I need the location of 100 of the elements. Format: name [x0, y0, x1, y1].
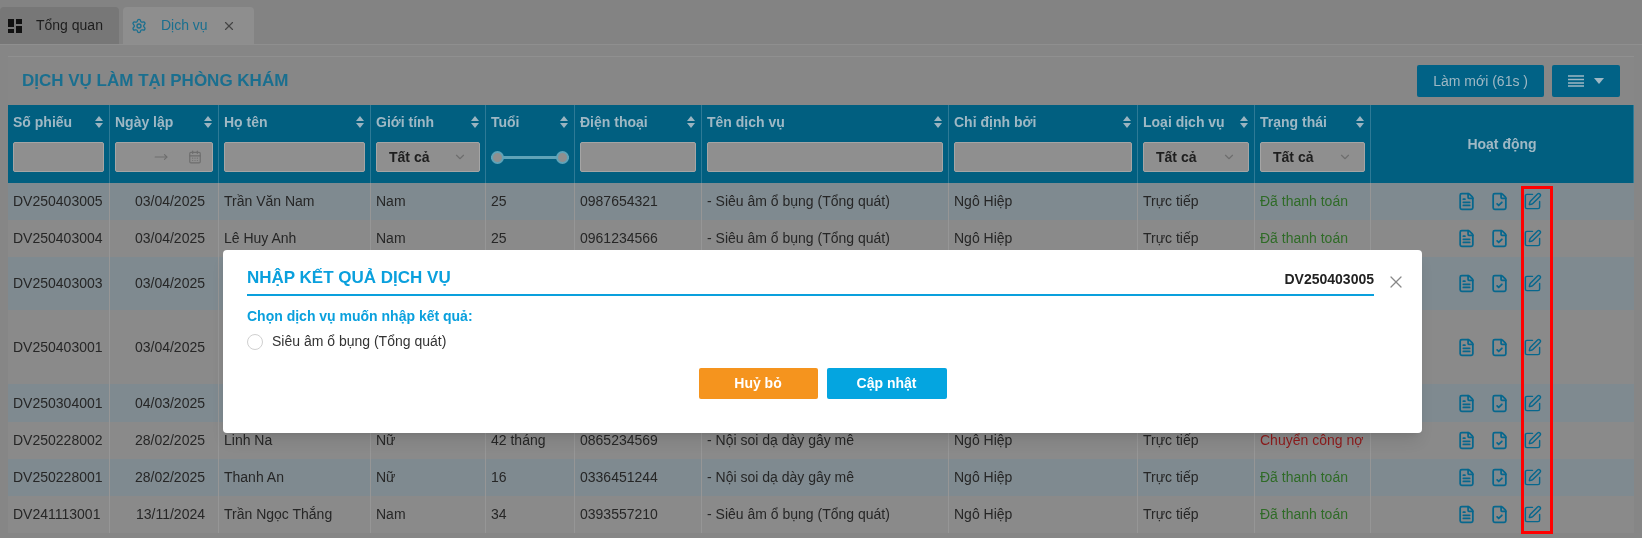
edit-icon[interactable] — [1523, 393, 1542, 413]
table-cell-text: Ngô Hiệp — [954, 468, 1013, 487]
table-cell-text: - Siêu âm ổ bụng (Tổng quát) — [707, 229, 890, 248]
sort-icon[interactable] — [204, 116, 212, 128]
table-cell-text: 03/04/2025 — [134, 192, 205, 211]
update-button[interactable]: Cập nhật — [826, 368, 947, 399]
dialog-title: NHẬP KẾT QUẢ DỊCH VỤ — [247, 266, 451, 289]
document-icon[interactable] — [1457, 274, 1476, 293]
column-title: Số phiếu — [13, 112, 73, 132]
table-cell-text: Đã thanh toán — [1260, 468, 1348, 487]
column-title: Chỉ định bởi — [954, 112, 1037, 132]
dashboard-icon — [8, 18, 22, 33]
table-cell-text: Trần Ngọc Thắng — [224, 505, 333, 524]
table-cell-text: Lê Huy Anh — [224, 229, 297, 248]
table-cell-text: DV250403001 — [13, 337, 103, 357]
edit-icon[interactable] — [1523, 431, 1542, 450]
filter-field[interactable] — [580, 142, 696, 172]
document-check-icon[interactable] — [1490, 431, 1509, 450]
table-cell-text: DV250228001 — [13, 468, 103, 487]
table-cell-text: Trực tiếp — [1143, 229, 1199, 248]
filter-field[interactable] — [13, 142, 104, 172]
sort-icon[interactable] — [560, 116, 568, 128]
sort-icon[interactable] — [687, 116, 695, 128]
document-icon[interactable] — [1457, 505, 1476, 524]
column-title: Loại dịch vụ — [1143, 112, 1225, 132]
document-check-icon[interactable] — [1490, 337, 1509, 357]
table-cell-text: DV250403005 — [13, 192, 103, 211]
document-icon[interactable] — [1457, 192, 1476, 211]
table-cell-text: Ngô Hiệp — [954, 229, 1013, 248]
columns-menu-button[interactable] — [1552, 65, 1620, 97]
table-cell-text: Ngô Hiệp — [954, 505, 1013, 524]
table-cell-text: Nữ — [376, 468, 396, 487]
table-cell-text: Nam — [376, 229, 406, 248]
table-cell-text: Nam — [376, 505, 406, 524]
table-cell-text: 42 tháng — [491, 431, 546, 450]
calendar-icon — [188, 150, 202, 164]
document-check-icon[interactable] — [1490, 192, 1509, 211]
sort-icon[interactable] — [934, 116, 942, 128]
select-field[interactable]: Tất cả — [1143, 142, 1249, 172]
edit-icon[interactable] — [1523, 274, 1542, 293]
table-cell-text: 03/04/2025 — [134, 274, 205, 293]
sort-icon[interactable] — [1123, 116, 1131, 128]
document-icon[interactable] — [1457, 393, 1476, 413]
settings-icon — [130, 17, 147, 34]
document-check-icon[interactable] — [1490, 229, 1509, 248]
table-cell-text: Trực tiếp — [1143, 192, 1199, 211]
document-icon[interactable] — [1457, 337, 1476, 357]
table-cell-text: 03/04/2025 — [134, 337, 205, 357]
filter-field[interactable] — [954, 142, 1132, 172]
sort-icon[interactable] — [356, 116, 364, 128]
document-icon[interactable] — [1457, 431, 1476, 450]
edit-icon[interactable] — [1523, 468, 1542, 487]
table-cell-text: Linh Na — [224, 431, 273, 450]
table-cell-text: DV250228002 — [13, 431, 103, 450]
caret-icon — [1594, 78, 1604, 84]
table-cell-text: DV241113001 — [13, 505, 101, 524]
radio-option[interactable]: Siêu âm ổ bụng (Tổng quát) — [247, 331, 447, 352]
table-cell-text: 0987654321 — [580, 192, 658, 211]
column-title: Trạng thái — [1260, 112, 1327, 132]
sort-icon[interactable] — [471, 116, 479, 128]
table-cell-text: DV250403003 — [13, 274, 103, 293]
table-cell-text: 13/11/2024 — [135, 505, 205, 524]
document-icon[interactable] — [1457, 468, 1476, 487]
document-check-icon[interactable] — [1490, 505, 1509, 524]
filter-field[interactable] — [224, 142, 365, 172]
edit-icon[interactable] — [1523, 229, 1542, 248]
column-title: Tuổi — [491, 112, 520, 132]
sort-icon[interactable] — [1240, 116, 1248, 128]
table-cell-text: - Siêu âm ổ bụng (Tổng quát) — [707, 505, 890, 524]
sort-icon[interactable] — [95, 116, 103, 128]
edit-icon[interactable] — [1523, 337, 1542, 357]
table-cell-text: Trực tiếp — [1143, 468, 1199, 487]
select-field[interactable]: Tất cả — [376, 142, 480, 172]
page-title: DỊCH VỤ LÀM TẠI PHÒNG KHÁM — [22, 70, 289, 93]
table-cell-text: Trực tiếp — [1143, 431, 1199, 450]
table-cell-text: - Nội soi dạ dày gây mê — [707, 431, 855, 450]
edit-icon[interactable] — [1523, 192, 1542, 211]
document-check-icon[interactable] — [1490, 468, 1509, 487]
column-title: Giới tính — [376, 112, 435, 132]
document-check-icon[interactable] — [1490, 274, 1509, 293]
select-field[interactable]: Tất cả — [1260, 142, 1365, 172]
edit-icon[interactable] — [1523, 505, 1542, 524]
filter-field[interactable] — [707, 142, 943, 172]
table-cell-text: 25 — [491, 229, 507, 248]
tab[interactable]: Tổng quan — [0, 7, 119, 44]
table-cell-text: DV250304001 — [13, 393, 103, 413]
column-title: Tên dịch vụ — [707, 112, 785, 132]
table-cell-text: Chuyển công nợ — [1260, 431, 1364, 450]
sort-icon[interactable] — [1356, 116, 1364, 128]
cancel-button[interactable]: Huỷ bỏ — [698, 368, 818, 399]
table-cell-text: Thanh An — [224, 468, 284, 487]
date-range-field[interactable] — [115, 142, 213, 172]
refresh-button[interactable]: Làm mới (61s ) — [1417, 65, 1544, 97]
document-icon[interactable] — [1457, 229, 1476, 248]
table-cell-text: Đã thanh toán — [1260, 192, 1348, 211]
table-cell-text: 28/02/2025 — [134, 468, 205, 487]
document-check-icon[interactable] — [1490, 393, 1509, 413]
table-cell-text: 0393557210 — [580, 505, 658, 524]
column-title: Họ tên — [224, 112, 268, 132]
table-cell-text: 16 — [491, 468, 507, 487]
